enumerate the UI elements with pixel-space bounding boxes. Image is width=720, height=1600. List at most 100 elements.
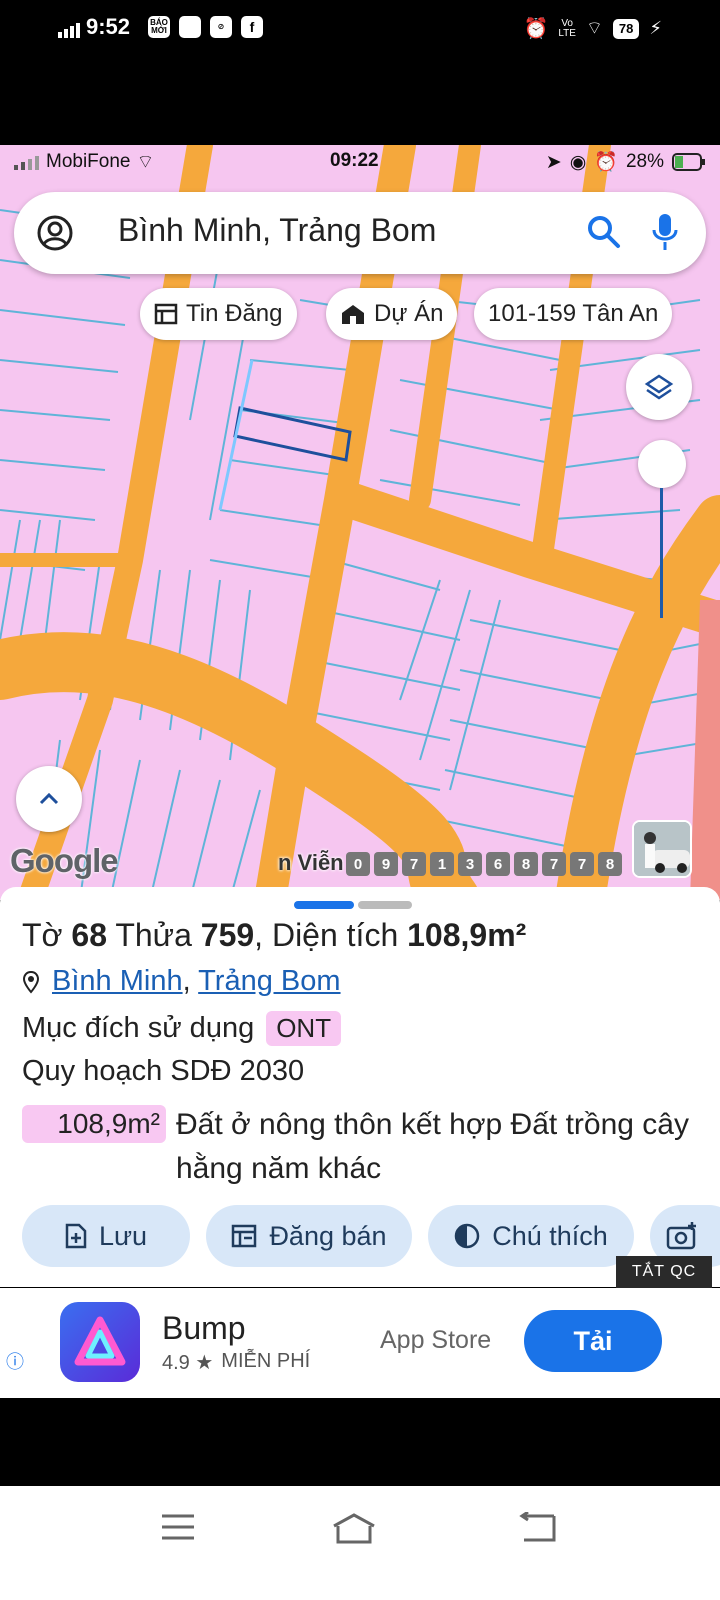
sheet-label: Tờ	[22, 917, 63, 953]
alarm-icon: ⏰	[594, 152, 618, 173]
purpose-label: Mục đích sử dụng	[22, 1012, 255, 1044]
signal-icon	[58, 23, 80, 38]
device-clock: 9:52	[86, 14, 131, 39]
volte-icon: Vo LTE	[558, 17, 576, 39]
ad-info-icon[interactable]: ⓘ	[6, 1348, 24, 1374]
signal-icon	[14, 156, 39, 170]
opacity-slider-knob[interactable]	[638, 440, 686, 488]
link-icon: ⊘	[210, 16, 232, 38]
lot-label: Thửa	[115, 917, 192, 953]
parcel-title: Tờ 68 Thửa 759, Diện tích 108,9m²	[22, 917, 526, 954]
ward-link[interactable]: Bình Minh	[52, 965, 183, 997]
avatar[interactable]	[632, 820, 692, 878]
inner-status-bar: MobiFone ⌔ 09:22 ➤ ◉ ⏰ 28%	[0, 145, 720, 179]
location-arrow-icon: ➤	[545, 151, 562, 173]
expand-up-button[interactable]	[16, 766, 82, 832]
plan-area-badge: 108,9m²	[22, 1105, 166, 1143]
menu-icon[interactable]	[160, 1512, 196, 1542]
digit: 7	[570, 852, 594, 876]
digit: 3	[458, 852, 482, 876]
legend-contrast-icon	[454, 1223, 480, 1249]
sheet-handle[interactable]	[294, 901, 354, 909]
post-sale-label: Đăng bán	[269, 1220, 387, 1251]
alarm-icon: ⏰	[523, 18, 549, 40]
chip-tin-dang[interactable]: Tin Đăng	[140, 288, 297, 340]
layers-icon	[644, 374, 674, 400]
layers-button[interactable]	[626, 354, 692, 420]
notification-icons: BÁO MỚI ⊘ f	[148, 16, 263, 38]
plan-label: Quy hoạch SDĐ 2030	[22, 1055, 305, 1087]
sheet-number: 68	[71, 917, 108, 953]
opacity-slider-track[interactable]	[660, 488, 663, 618]
purpose-code-badge: ONT	[266, 1011, 342, 1046]
save-label: Lưu	[98, 1220, 148, 1251]
screen-gap	[0, 1398, 720, 1486]
chip-du-an[interactable]: Dự Án	[326, 288, 458, 340]
facebook-icon: f	[241, 16, 263, 38]
digit: 1	[430, 852, 454, 876]
system-icons: ⏰ Vo LTE ⌔ 78 ⚡	[523, 16, 662, 41]
district-link[interactable]: Trảng Bom	[198, 965, 340, 997]
digit: 7	[542, 852, 566, 876]
parcel-info-sheet[interactable]: Tờ 68 Thửa 759, Diện tích 108,9m² Bình M…	[0, 887, 720, 1287]
lot-number: 759	[200, 917, 255, 953]
chevron-up-icon	[39, 792, 59, 805]
save-doc-icon	[65, 1223, 87, 1249]
bump-logo-icon	[74, 1316, 126, 1366]
phone-watermark: 0 9 7 1 3 6 8 7 7 8	[346, 852, 622, 876]
search-query[interactable]: Bình Minh, Trảng Bom	[118, 212, 436, 249]
search-icon[interactable]	[586, 214, 622, 250]
wifi-icon: ⌔	[136, 152, 155, 173]
person-car-photo	[634, 822, 690, 876]
inner-clock: 09:22	[330, 150, 379, 171]
back-icon[interactable]	[518, 1512, 558, 1544]
wifi-icon: ⌔	[585, 18, 603, 38]
home-icon[interactable]	[330, 1512, 378, 1546]
project-house-icon	[342, 305, 364, 324]
account-icon[interactable]	[36, 214, 74, 252]
price-label: MIỄN PHÍ	[221, 1350, 311, 1372]
plan-land-use: Đất ở nông thôn kết hợp Đất trồng cây hằ…	[176, 1108, 689, 1185]
chip-label: Tin Đăng	[186, 300, 283, 327]
ad-app-name: Bump	[162, 1310, 246, 1346]
location-pin-icon	[22, 970, 40, 994]
digit: 8	[598, 852, 622, 876]
battery-indicator: 78	[612, 18, 640, 39]
parcel-location: Bình Minh, Trảng Bom	[22, 965, 341, 998]
ad-rating: 4.9 ★ MIỄN PHÍ	[162, 1350, 310, 1375]
post-sale-button[interactable]: Đăng bán	[206, 1205, 412, 1267]
ad-banner[interactable]: ⓘ Bump 4.9 ★ MIỄN PHÍ App Store Tải	[0, 1288, 720, 1398]
save-button[interactable]: Lưu	[22, 1205, 190, 1267]
device-status-bar: 9:52 BÁO MỚI ⊘ f ⏰ Vo LTE ⌔ 78 ⚡	[0, 0, 720, 145]
carrier-info: MobiFone ⌔	[14, 150, 154, 174]
carrier-name: MobiFone	[46, 151, 131, 172]
install-button[interactable]: Tải	[524, 1310, 662, 1372]
close-ad-button[interactable]: TẮT QC	[616, 1256, 712, 1288]
digit: 7	[402, 852, 426, 876]
chip-address[interactable]: 101-159 Tân An	[474, 288, 673, 340]
system-nav-bar	[0, 1486, 720, 1600]
digit: 8	[514, 852, 538, 876]
inner-status-right: ➤ ◉ ⏰ 28%	[546, 150, 706, 174]
digit: 9	[374, 852, 398, 876]
parcel-area: 108,9m²	[407, 917, 527, 953]
rating-value: 4.9 ★	[162, 1352, 214, 1374]
add-photo-icon	[666, 1222, 696, 1250]
google-logo: Google	[10, 842, 119, 879]
microphone-icon[interactable]	[650, 212, 680, 252]
land-purpose: Mục đích sử dụng ONT	[22, 1011, 342, 1046]
baomoi-icon: BÁO MỚI	[148, 16, 170, 38]
legend-label: Chú thích	[492, 1220, 608, 1251]
digit: 0	[346, 852, 370, 876]
search-bar[interactable]: Bình Minh, Trảng Bom	[14, 192, 706, 274]
legend-button[interactable]: Chú thích	[428, 1205, 634, 1267]
battery-percent: 28%	[625, 151, 664, 172]
sheet-handle-secondary[interactable]	[358, 901, 412, 909]
store-label: App Store	[380, 1326, 492, 1354]
chip-label: Dự Án	[374, 300, 444, 327]
area-label: , Diện tích	[254, 917, 399, 953]
app-icon[interactable]	[60, 1302, 140, 1382]
app-icon	[179, 16, 201, 38]
charging-icon: ⚡	[649, 18, 662, 38]
post-sale-icon	[232, 1224, 257, 1248]
